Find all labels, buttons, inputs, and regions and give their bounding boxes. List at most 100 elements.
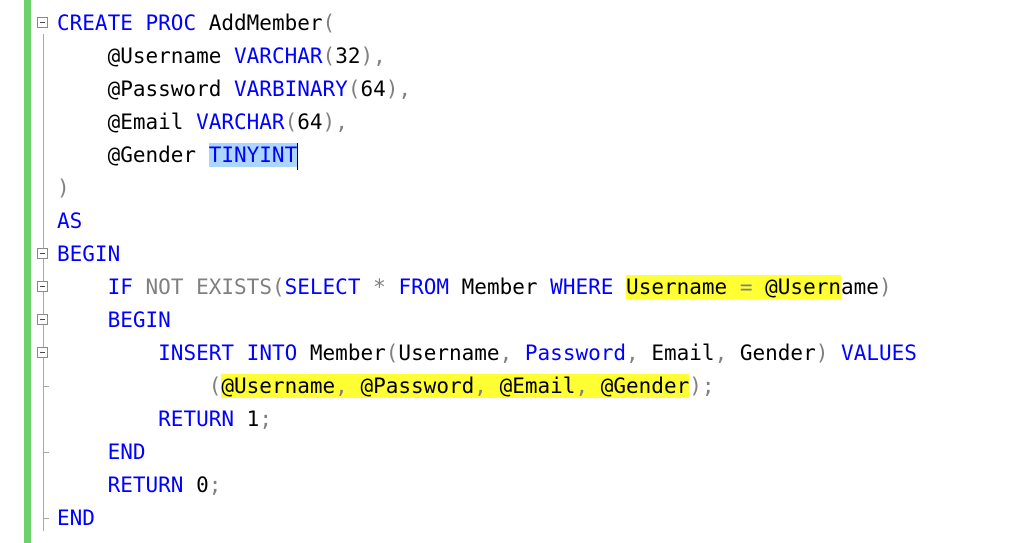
code-token: ) <box>878 275 892 299</box>
collapse-icon[interactable] <box>37 347 48 358</box>
code-text[interactable]: @Password VARBINARY(64), <box>57 73 412 106</box>
code-text[interactable]: RETURN 1; <box>57 403 272 436</box>
code-token: Gender <box>727 341 816 365</box>
code-text[interactable]: RETURN 0; <box>57 469 222 502</box>
code-token: 1 <box>234 407 260 431</box>
code-token: * <box>373 275 386 299</box>
code-text[interactable]: IF NOT EXISTS(SELECT * FROM Member WHERE… <box>57 271 892 304</box>
text-cursor <box>297 142 299 170</box>
change-tracking-bar <box>24 0 31 543</box>
sql-keyword: CREATE <box>57 11 133 35</box>
code-text[interactable]: @Username VARCHAR(32), <box>57 40 386 73</box>
code-token: Member <box>449 275 551 299</box>
code-token: 32 <box>335 44 361 68</box>
code-token: ( <box>322 11 336 35</box>
code-token: = <box>739 275 753 299</box>
code-token: , <box>575 374 589 398</box>
code-token: @Email <box>486 374 576 398</box>
code-token: , <box>626 341 639 365</box>
code-text[interactable]: END <box>57 436 146 469</box>
sql-editor[interactable]: CREATE PROC AddMember( @Username VARCHAR… <box>0 0 1022 543</box>
code-token: , <box>499 341 513 365</box>
code-token: @Username <box>57 44 235 68</box>
collapse-icon[interactable] <box>37 17 48 28</box>
code-text[interactable]: BEGIN <box>57 304 171 337</box>
code-token: 64 <box>297 110 323 134</box>
sql-keyword: END <box>107 440 146 464</box>
code-token: 64 <box>360 77 386 101</box>
code-token: ), <box>322 110 348 134</box>
code-token: ( <box>347 77 361 101</box>
code-token: Username <box>626 275 740 299</box>
code-token: ) <box>815 341 829 365</box>
code-text[interactable]: INSERT INTO Member(Username, Password, E… <box>57 337 917 370</box>
code-text[interactable]: (@Username, @Password, @Email, @Gender); <box>57 370 715 403</box>
code-text[interactable]: CREATE PROC AddMember( <box>57 7 335 40</box>
sql-keyword: END <box>57 506 95 530</box>
code-token: @Password <box>57 77 235 101</box>
sql-keyword: WHERE <box>550 275 614 299</box>
sql-keyword: AS <box>57 209 83 233</box>
code-token: ( <box>385 341 399 365</box>
sql-keyword: VALUES <box>841 341 917 365</box>
collapse-icon[interactable] <box>37 314 48 325</box>
code-text[interactable]: @Gender TINYINT <box>57 139 299 172</box>
code-text[interactable]: END <box>57 502 95 535</box>
sql-keyword: INSERT <box>158 341 235 365</box>
sql-keyword: VARCHAR <box>234 44 323 68</box>
code-token: , <box>714 341 728 365</box>
outline-end-marker <box>43 518 49 519</box>
code-token: @Email <box>57 110 197 134</box>
code-token: ; <box>259 407 272 431</box>
sql-keyword: TINYINT <box>208 143 298 167</box>
collapse-icon[interactable] <box>37 248 48 259</box>
code-token: NOT EXISTS( <box>145 275 285 299</box>
sql-keyword: RETURN <box>107 473 184 497</box>
code-token: @Gender <box>57 143 209 167</box>
code-token: ( <box>284 110 298 134</box>
code-text[interactable]: ) <box>57 172 70 205</box>
sql-keyword: PROC <box>145 11 197 35</box>
sql-keyword: Password <box>524 341 627 365</box>
code-token: @Usern <box>752 275 842 299</box>
sql-keyword: SELECT <box>284 275 361 299</box>
sql-keyword: IF <box>107 275 133 299</box>
code-token: Username <box>398 341 500 365</box>
sql-keyword: VARBINARY <box>234 77 348 101</box>
code-token: ), <box>360 44 386 68</box>
sql-keyword: RETURN <box>158 407 235 431</box>
code-text[interactable]: AS <box>57 205 82 238</box>
sql-keyword: BEGIN <box>107 308 171 332</box>
collapse-icon[interactable] <box>37 281 48 292</box>
code-token: ), <box>385 77 412 101</box>
code-token: AddMember <box>196 11 323 35</box>
code-token: 0 <box>183 473 209 497</box>
sql-keyword: INTO <box>246 341 298 365</box>
sql-keyword: FROM <box>398 275 450 299</box>
code-token: @Gender <box>588 374 690 398</box>
code-token: ( <box>322 44 336 68</box>
outline-end-marker <box>43 386 49 387</box>
code-token: Member <box>297 341 386 365</box>
code-token: @Password <box>347 374 475 398</box>
code-token: ( <box>208 374 222 398</box>
code-token: ame <box>841 275 879 299</box>
sql-keyword: VARCHAR <box>196 110 285 134</box>
code-token: ); <box>689 374 715 398</box>
code-token: Email <box>638 341 715 365</box>
code-text[interactable]: @Email VARCHAR(64), <box>57 106 348 139</box>
code-text[interactable]: BEGIN <box>57 238 120 271</box>
